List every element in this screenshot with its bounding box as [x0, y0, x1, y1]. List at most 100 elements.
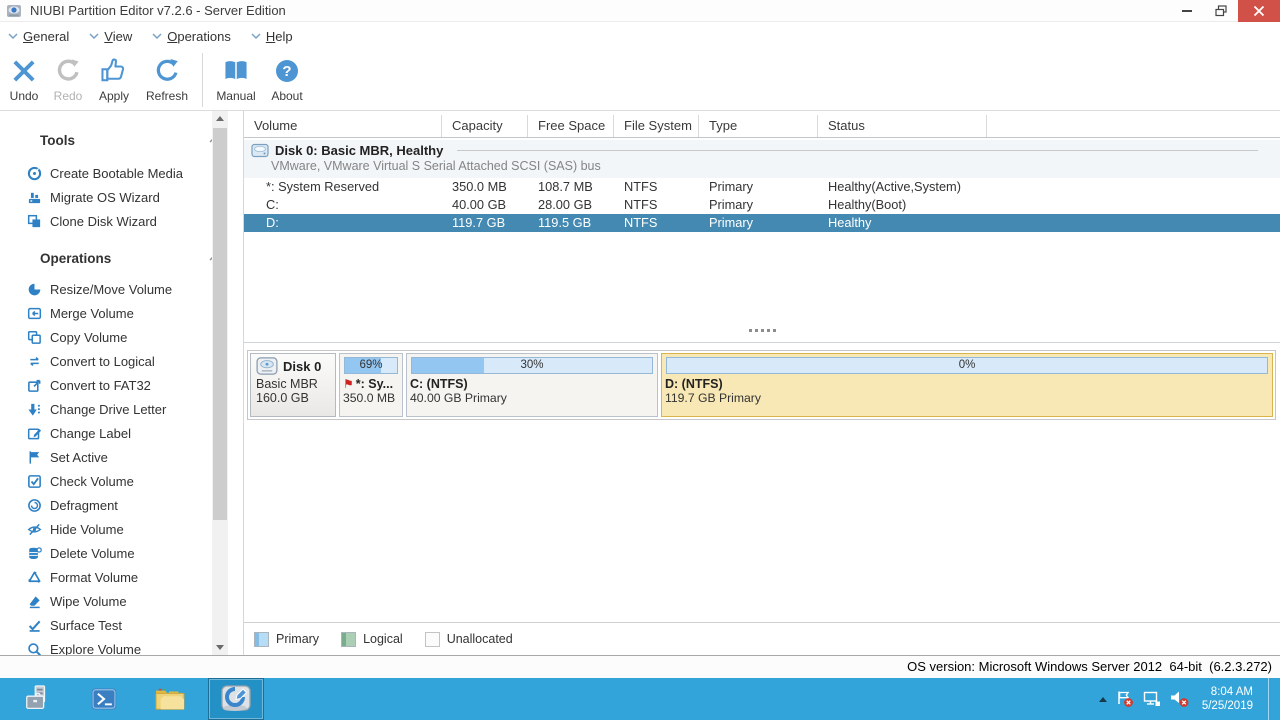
content-area: Tools Create Bootable Media Migrate OS W… [0, 111, 1280, 655]
disk-icon [251, 143, 269, 158]
taskbar-clock[interactable]: 8:04 AM 5/25/2019 [1202, 685, 1253, 713]
table-row-system-reserved[interactable]: *: System Reserved 350.0 MB 108.7 MB NTF… [244, 178, 1280, 196]
sidebar-item-explore-volume[interactable]: Explore Volume [0, 637, 243, 655]
undo-button[interactable]: Undo [2, 52, 46, 108]
sidebar-item-wipe-volume[interactable]: Wipe Volume [0, 589, 243, 613]
sidebar-item-defragment[interactable]: Defragment [0, 493, 243, 517]
splitter-line [244, 342, 1280, 343]
sidebar-scrollbar[interactable] [212, 111, 228, 655]
disk-size: 160.0 GB [256, 391, 330, 405]
usage-percent: 0% [667, 358, 1267, 373]
copy-icon [27, 330, 42, 345]
table-row-c-drive[interactable]: C: 40.00 GB 28.00 GB NTFS Primary Health… [244, 196, 1280, 214]
disk-map-disk-label[interactable]: Disk 0 Basic MBR 160.0 GB [250, 353, 336, 417]
network-icon[interactable] [1143, 691, 1161, 707]
taskbar-server-manager-button[interactable] [10, 678, 66, 720]
disk-group-row[interactable]: Disk 0: Basic MBR, Healthy VMware, VMwar… [244, 140, 1280, 178]
taskbar-niubi-button-active[interactable] [208, 678, 264, 720]
manual-button[interactable]: Manual [209, 52, 263, 108]
disk-map: Disk 0 Basic MBR 160.0 GB 69% ⚑*: Sy... … [247, 350, 1276, 420]
chevron-down-icon [251, 33, 261, 39]
server-manager-icon [23, 684, 53, 714]
partition-block-d-drive-selected[interactable]: 0% D: (NTFS) 119.7 GB Primary [661, 353, 1273, 417]
menu-general-label: General [23, 29, 69, 44]
main-panel: Volume Capacity Free Space File System T… [243, 111, 1280, 655]
table-row-d-drive-selected[interactable]: D: 119.7 GB 119.5 GB NTFS Primary Health… [244, 214, 1280, 232]
show-hidden-icons-chevron[interactable] [1099, 697, 1107, 702]
cell-type: Primary [699, 178, 818, 196]
sidebar-item-merge-volume[interactable]: Merge Volume [0, 301, 243, 325]
menu-view[interactable]: View [89, 29, 132, 44]
volume-table-header: Volume Capacity Free Space File System T… [244, 115, 1280, 138]
sidebar-item-clone-disk-wizard[interactable]: Clone Disk Wizard [0, 209, 243, 233]
migrate-icon [27, 190, 42, 205]
column-header-volume[interactable]: Volume [244, 115, 442, 137]
redo-button[interactable]: Redo [46, 52, 90, 108]
sidebar-item-hide-volume[interactable]: Hide Volume [0, 517, 243, 541]
usage-bar: 0% [666, 357, 1268, 374]
scrollbar-thumb[interactable] [213, 128, 227, 520]
title-bar: NIUBI Partition Editor v7.2.6 - Server E… [0, 0, 1280, 22]
legend-swatch-primary [254, 632, 269, 647]
menu-help[interactable]: Help [251, 29, 293, 44]
sidebar-item-set-active[interactable]: Set Active [0, 445, 243, 469]
window-controls [1170, 0, 1280, 22]
sidebar-item-delete-volume[interactable]: Delete Volume [0, 541, 243, 565]
menu-view-label: View [104, 29, 132, 44]
close-button[interactable] [1238, 0, 1280, 22]
apply-button[interactable]: Apply [90, 52, 138, 108]
window-title: NIUBI Partition Editor v7.2.6 - Server E… [30, 3, 286, 18]
chevron-down-icon [152, 33, 162, 39]
sidebar-item-change-label[interactable]: Change Label [0, 421, 243, 445]
splitter-handle[interactable] [244, 329, 1280, 332]
cell-volume: C: [244, 196, 442, 214]
menu-bar: General View Operations Help [0, 22, 1280, 50]
cell-capacity: 119.7 GB [442, 214, 528, 232]
book-icon [222, 57, 250, 85]
column-header-free-space[interactable]: Free Space [528, 115, 614, 137]
sidebar-item-migrate-os-wizard[interactable]: Migrate OS Wizard [0, 185, 243, 209]
disk-type: Basic MBR [256, 377, 330, 391]
column-header-file-system[interactable]: File System [614, 115, 699, 137]
down-arrow-letters-icon [27, 402, 42, 417]
taskbar: 8:04 AM 5/25/2019 [0, 678, 1280, 720]
sidebar-item-surface-test[interactable]: Surface Test [0, 613, 243, 637]
column-header-type[interactable]: Type [699, 115, 818, 137]
restore-button[interactable] [1204, 0, 1238, 22]
column-header-capacity[interactable]: Capacity [442, 115, 528, 137]
column-header-status[interactable]: Status [818, 115, 987, 137]
scroll-down-button[interactable] [212, 640, 228, 655]
minimize-button[interactable] [1170, 0, 1204, 22]
active-flag-icon: ⚑ [343, 377, 354, 391]
cd-icon [27, 166, 42, 181]
eraser-icon [27, 594, 42, 609]
sidebar-section-tools[interactable]: Tools [0, 131, 243, 149]
file-explorer-icon [154, 685, 186, 713]
sidebar-item-create-bootable-media[interactable]: Create Bootable Media [0, 161, 243, 185]
cell-file-system: NTFS [614, 178, 699, 196]
show-desktop-button[interactable] [1268, 678, 1276, 720]
eye-slash-icon [27, 522, 42, 537]
toolbar: Undo Redo Apply Refresh Manual About [0, 50, 1280, 111]
sidebar-item-copy-volume[interactable]: Copy Volume [0, 325, 243, 349]
menu-operations-label: Operations [167, 29, 231, 44]
refresh-button[interactable]: Refresh [138, 52, 196, 108]
magnifier-icon [27, 642, 42, 656]
taskbar-powershell-button[interactable] [76, 678, 132, 720]
partition-block-system-reserved[interactable]: 69% ⚑*: Sy... 350.0 MB [339, 353, 403, 417]
about-button[interactable]: About [263, 52, 311, 108]
taskbar-file-explorer-button[interactable] [142, 678, 198, 720]
menu-operations[interactable]: Operations [152, 29, 231, 44]
sidebar-item-format-volume[interactable]: Format Volume [0, 565, 243, 589]
sidebar-item-check-volume[interactable]: Check Volume [0, 469, 243, 493]
volume-muted-icon[interactable] [1170, 690, 1189, 708]
partition-block-c-drive[interactable]: 30% C: (NTFS) 40.00 GB Primary [406, 353, 658, 417]
scroll-up-button[interactable] [212, 111, 228, 126]
sidebar-item-change-drive-letter[interactable]: Change Drive Letter [0, 397, 243, 421]
action-center-flag-icon[interactable] [1116, 690, 1134, 708]
sidebar-item-convert-to-logical[interactable]: Convert to Logical [0, 349, 243, 373]
sidebar-item-resize-move-volume[interactable]: Resize/Move Volume [0, 277, 243, 301]
menu-general[interactable]: General [8, 29, 69, 44]
sidebar-item-convert-to-fat32[interactable]: Convert to FAT32 [0, 373, 243, 397]
sidebar-section-operations[interactable]: Operations [0, 249, 243, 267]
